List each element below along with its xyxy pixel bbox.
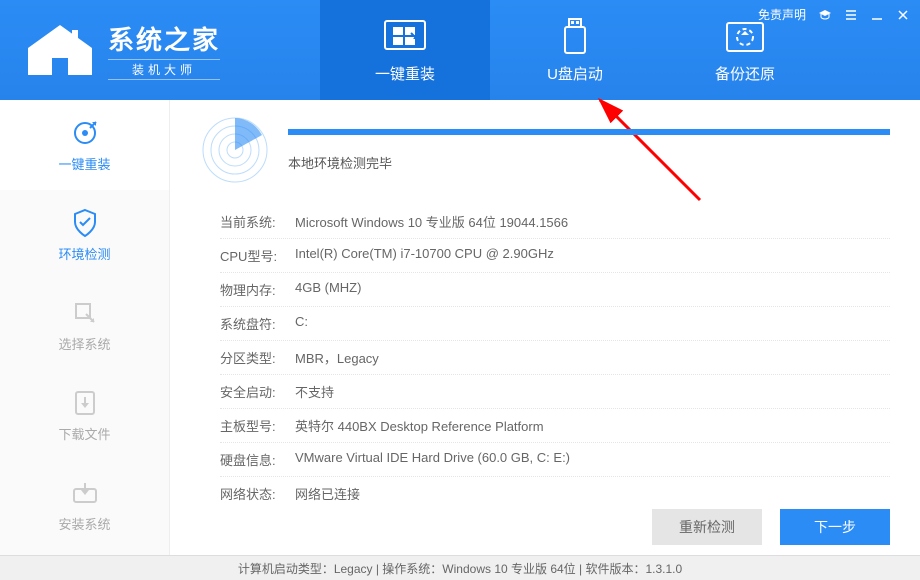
body: 一键重装 环境检测 选择系统 下载文件 安装系统	[0, 100, 920, 555]
brand-title: 系统之家	[108, 20, 220, 57]
usb-icon	[560, 17, 590, 57]
info-table: 当前系统:Microsoft Windows 10 专业版 64位 19044.…	[200, 205, 890, 510]
info-value: Microsoft Windows 10 专业版 64位 19044.1566	[295, 212, 568, 231]
tab-usb-boot[interactable]: U盘启动	[490, 0, 660, 100]
info-value: 4GB (MHZ)	[295, 280, 361, 299]
download-icon	[73, 388, 97, 418]
sidebar-item-label: 安装系统	[58, 514, 110, 533]
info-label: 分区类型:	[220, 348, 295, 367]
sidebar-item-download[interactable]: 下载文件	[0, 370, 169, 460]
tab-label: 备份还原	[715, 63, 775, 84]
tab-label: U盘启动	[547, 63, 603, 84]
sidebar-item-env-check[interactable]: 环境检测	[0, 190, 169, 280]
footer-text: 计算机启动类型：Legacy | 操作系统：Windows 10 专业版 64位…	[238, 560, 682, 577]
scan-status: 本地环境检测完毕	[288, 153, 890, 172]
info-value: 英特尔 440BX Desktop Reference Platform	[295, 416, 544, 435]
install-icon	[71, 478, 99, 508]
sidebar-item-label: 下载文件	[58, 424, 110, 443]
graduate-icon[interactable]	[818, 8, 832, 22]
close-icon[interactable]	[896, 8, 910, 22]
info-label: 主板型号:	[220, 416, 295, 435]
sidebar-item-select-system[interactable]: 选择系统	[0, 280, 169, 370]
info-label: 物理内存:	[220, 280, 295, 299]
info-value: MBR，Legacy	[295, 348, 379, 367]
top-tabs: 一键重装 U盘启动 备份还原	[320, 0, 830, 100]
info-row: 系统盘符:C:	[220, 307, 890, 341]
tab-label: 一键重装	[375, 63, 435, 84]
info-row: 物理内存:4GB (MHZ)	[220, 273, 890, 307]
progress-bar	[288, 129, 890, 135]
header: 系统之家 装机大师 一键重装 U盘启动 备份还原 免责声明	[0, 0, 920, 100]
info-label: CPU型号:	[220, 246, 295, 265]
info-row: 硬盘信息:VMware Virtual IDE Hard Drive (60.0…	[220, 443, 890, 477]
radar-icon	[200, 115, 270, 185]
sidebar: 一键重装 环境检测 选择系统 下载文件 安装系统	[0, 100, 170, 555]
footer: 计算机启动类型：Legacy | 操作系统：Windows 10 专业版 64位…	[0, 555, 920, 580]
windows-icon	[383, 17, 427, 57]
logo-icon	[20, 20, 100, 80]
info-row: 主板型号:英特尔 440BX Desktop Reference Platfor…	[220, 409, 890, 443]
info-value: Intel(R) Core(TM) i7-10700 CPU @ 2.90GHz	[295, 246, 554, 265]
brand-subtitle: 装机大师	[108, 59, 220, 80]
target-icon	[72, 118, 98, 148]
next-button[interactable]: 下一步	[780, 509, 890, 545]
info-row: 当前系统:Microsoft Windows 10 专业版 64位 19044.…	[220, 205, 890, 239]
info-label: 当前系统:	[220, 212, 295, 231]
info-row: 安全启动:不支持	[220, 375, 890, 409]
logo-area: 系统之家 装机大师	[0, 20, 320, 80]
rescan-button[interactable]: 重新检测	[652, 509, 762, 545]
sidebar-item-label: 一键重装	[58, 154, 110, 173]
shield-icon	[72, 208, 98, 238]
scan-row: 本地环境检测完毕	[200, 115, 890, 185]
info-value: 不支持	[295, 382, 334, 401]
content: 本地环境检测完毕 当前系统:Microsoft Windows 10 专业版 6…	[170, 100, 920, 555]
info-label: 安全启动:	[220, 382, 295, 401]
tab-reinstall[interactable]: 一键重装	[320, 0, 490, 100]
info-row: 网络状态:网络已连接	[220, 477, 890, 510]
info-label: 系统盘符:	[220, 314, 295, 333]
menu-icon[interactable]	[844, 8, 858, 22]
info-value: C:	[295, 314, 308, 333]
select-icon	[72, 298, 98, 328]
disclaimer-link[interactable]: 免责声明	[758, 6, 806, 23]
sidebar-item-label: 选择系统	[58, 334, 110, 353]
minimize-icon[interactable]	[870, 8, 884, 22]
info-value: 网络已连接	[295, 484, 360, 503]
window-controls: 免责声明	[758, 6, 910, 23]
sidebar-item-reinstall[interactable]: 一键重装	[0, 100, 169, 190]
info-row: 分区类型:MBR，Legacy	[220, 341, 890, 375]
actions: 重新检测 下一步	[652, 509, 890, 545]
info-label: 硬盘信息:	[220, 450, 295, 469]
info-label: 网络状态:	[220, 484, 295, 503]
info-value: VMware Virtual IDE Hard Drive (60.0 GB, …	[295, 450, 570, 469]
sidebar-item-label: 环境检测	[58, 244, 110, 263]
info-row: CPU型号:Intel(R) Core(TM) i7-10700 CPU @ 2…	[220, 239, 890, 273]
sidebar-item-install[interactable]: 安装系统	[0, 460, 169, 550]
